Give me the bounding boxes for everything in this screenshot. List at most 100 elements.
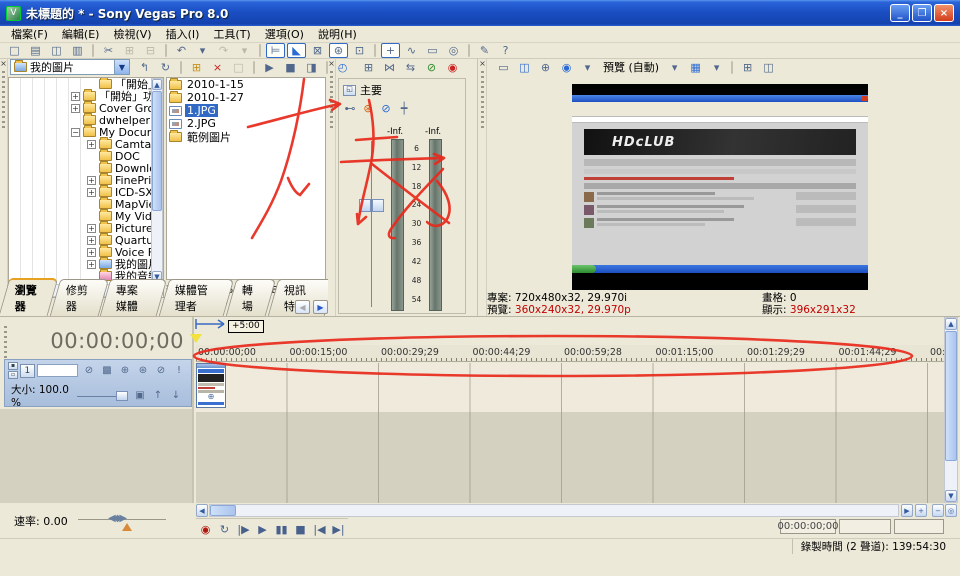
toolbar-button[interactable]: ✎ <box>475 43 494 58</box>
preview-toolbar-button[interactable]: 預覽 (自動) <box>599 60 663 75</box>
transport-button[interactable]: ▮▮ <box>273 521 290 538</box>
explorer-toolbar-button[interactable]: ▶ <box>260 60 279 75</box>
bus-strip-button[interactable]: ⊘ <box>378 101 394 116</box>
toolbar-button[interactable]: ⊨ <box>266 43 285 58</box>
tree-expander[interactable]: + <box>87 260 96 269</box>
tree-expander[interactable]: + <box>87 188 96 197</box>
pane-drag-handle[interactable] <box>330 71 333 131</box>
tree-expander[interactable]: + <box>87 176 96 185</box>
file-item[interactable]: 2010-1-27 <box>167 91 325 104</box>
preview-toolbar-button[interactable]: ▾ <box>707 60 726 75</box>
toolbar-button[interactable]: ▭ <box>423 43 442 58</box>
track-button[interactable]: ↑ <box>150 389 166 403</box>
preview-pane-grip[interactable]: × <box>479 59 487 316</box>
toolbar-button[interactable]: ▤ <box>26 43 45 58</box>
toolbar-button[interactable] <box>92 44 94 57</box>
tree-expander[interactable]: + <box>71 104 80 113</box>
track-button[interactable]: ⊘ <box>81 364 97 378</box>
mixer-toolbar-button[interactable]: ⊞ <box>359 60 378 75</box>
menu-item[interactable]: 說明(H) <box>311 25 364 43</box>
toolbar-button[interactable]: ▥ <box>68 43 87 58</box>
toolbar-button[interactable]: □ <box>5 43 24 58</box>
menu-item[interactable]: 檢視(V) <box>106 25 158 43</box>
bus-strip-button[interactable]: ┿ <box>396 101 412 116</box>
tree-item[interactable]: − My Documents <box>9 126 151 138</box>
preview-toolbar-button[interactable]: ▦ <box>686 60 705 75</box>
toolbar-button[interactable]: ⊠ <box>308 43 327 58</box>
close-pane-icon[interactable]: × <box>0 59 7 68</box>
video-event-clip[interactable]: ⊕ <box>196 363 226 408</box>
toolbar-button[interactable]: + <box>381 43 400 58</box>
track-button[interactable]: ⊛ <box>135 364 151 378</box>
minimize-button[interactable]: _ <box>890 4 910 22</box>
tree-item[interactable]: DOC <box>9 150 151 162</box>
toolbar-button[interactable] <box>259 44 261 57</box>
cursor-timecode-box[interactable]: 00:00:00;00 <box>780 519 836 534</box>
toolbar-button[interactable]: ◫ <box>47 43 66 58</box>
tabs-scroll-right[interactable]: ▶ <box>313 300 328 314</box>
track-button[interactable]: ⊕ <box>117 364 133 378</box>
track-header[interactable]: ▪ ▫ 1 ⊘▩⊕⊛⊘! 大小: 100.0 % ▣↑↓ <box>4 359 192 407</box>
marker-bar[interactable] <box>196 317 944 333</box>
toolbar-button[interactable]: ◎ <box>444 43 463 58</box>
preview-toolbar-button[interactable]: ▾ <box>578 60 597 75</box>
timeline-marker[interactable] <box>190 334 202 343</box>
restore-strip-icon[interactable]: ◱ <box>343 85 356 96</box>
track-button[interactable]: ↓ <box>168 389 184 403</box>
dock-tab[interactable]: 專案媒體 <box>100 279 167 316</box>
timeline-vscrollbar[interactable]: ▲ ▼ <box>944 317 958 503</box>
toolbar-button[interactable]: ▾ <box>235 43 254 58</box>
tabs-scroll-left[interactable]: ◀ <box>295 300 310 314</box>
explorer-toolbar-button[interactable]: × <box>208 60 227 75</box>
bus-strip-button[interactable]: ⊷ <box>342 101 358 116</box>
menu-item[interactable]: 插入(I) <box>159 25 207 43</box>
dock-tab[interactable]: 瀏覽器 <box>0 278 58 316</box>
toolbar-button[interactable]: ↷ <box>214 43 233 58</box>
file-item[interactable]: 範例圖片 <box>167 130 325 143</box>
preview-toolbar-button[interactable]: ◉ <box>557 60 576 75</box>
close-button[interactable]: × <box>934 4 954 22</box>
tree-item[interactable]: My Videos <box>9 210 151 222</box>
file-item[interactable]: 2010-1-15 <box>167 78 325 91</box>
tree-expander[interactable]: + <box>71 92 80 101</box>
preview-toolbar-button[interactable]: ⊞ <box>738 60 757 75</box>
preview-toolbar-button[interactable] <box>731 61 733 74</box>
timeline-big-timecode[interactable]: 00:00:00;00 <box>50 329 184 353</box>
menu-item[interactable]: 編輯(E) <box>55 25 107 43</box>
zoom-in-button[interactable]: + <box>915 504 927 517</box>
maximize-track-icon[interactable]: ▫ <box>8 371 18 379</box>
tree-item[interactable]: MapView <box>9 198 151 210</box>
menu-item[interactable]: 選項(O) <box>258 25 311 43</box>
toolbar-button[interactable]: ∿ <box>402 43 421 58</box>
transport-button[interactable]: ■ <box>292 521 309 538</box>
preview-toolbar-button[interactable]: ◫ <box>759 60 778 75</box>
track-button[interactable]: ▣ <box>132 389 148 403</box>
folder-path-combo[interactable]: 我的圖片 ▼ <box>10 59 130 75</box>
tree-expander[interactable]: + <box>87 140 96 149</box>
explorer-toolbar-button[interactable]: ⊞ <box>187 60 206 75</box>
tree-expander[interactable]: + <box>87 224 96 233</box>
pane-drag-handle[interactable] <box>2 71 5 131</box>
explorer-toolbar-button[interactable]: ↻ <box>156 60 175 75</box>
explorer-toolbar-button[interactable]: □ <box>229 60 248 75</box>
tree-item[interactable]: + Camtasia S <box>9 138 151 150</box>
zoom-tool-button[interactable]: ◎ <box>945 504 957 517</box>
tree-expander[interactable]: + <box>87 236 96 245</box>
toolbar-button[interactable]: ▾ <box>193 43 212 58</box>
time-ruler[interactable]: 00:00:00;0000:00:15;0000:00:29;2900:00:4… <box>196 345 944 362</box>
transport-button[interactable]: ▶ <box>254 521 271 538</box>
tree-item[interactable]: dwhelper <box>9 114 151 126</box>
close-pane-icon[interactable]: × <box>479 59 486 68</box>
selection-start-box[interactable] <box>839 519 891 534</box>
menu-item[interactable]: 檔案(F) <box>4 25 55 43</box>
track-button[interactable]: ⊘ <box>153 364 169 378</box>
transport-button[interactable]: ↻ <box>216 521 233 538</box>
toolbar-button[interactable]: ⊟ <box>141 43 160 58</box>
toolbar-button[interactable] <box>165 44 167 57</box>
explorer-toolbar-button[interactable]: ■ <box>281 60 300 75</box>
timeline-hscrollbar[interactable]: ◀ ▶ + − ◎ <box>196 504 958 518</box>
mixer-toolbar-button[interactable]: ⋈ <box>380 60 399 75</box>
explorer-toolbar-button[interactable] <box>253 61 255 74</box>
transport-button[interactable]: |◀ <box>311 521 328 538</box>
restore-button[interactable]: ❐ <box>912 4 932 22</box>
